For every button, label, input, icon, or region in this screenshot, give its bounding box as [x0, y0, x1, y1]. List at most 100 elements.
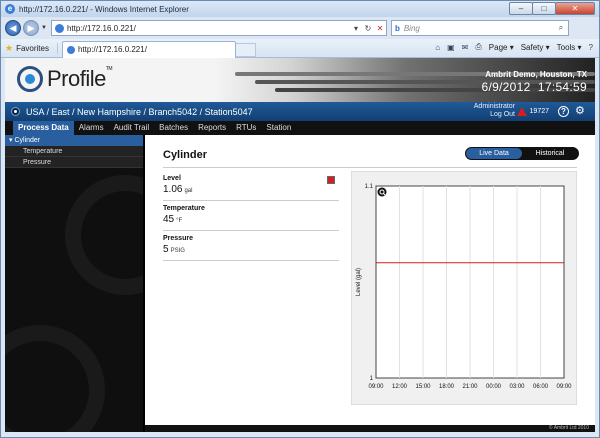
x-tick-label: 15:00	[415, 384, 431, 390]
address-dropdown-icon[interactable]: ▾	[350, 24, 362, 33]
breadcrumb-bar: USA / East / New Hampshire / Branch5042 …	[5, 102, 595, 121]
tab-page-icon	[66, 45, 75, 54]
favorites-star-icon: ★	[5, 42, 14, 53]
home-icon[interactable]: ⌂	[435, 43, 440, 52]
x-tick-label: 18:00	[439, 384, 455, 390]
x-tick-label: 09:00	[368, 384, 384, 390]
reading-level[interactable]: Level 1.06 gal	[163, 171, 339, 201]
sidebar-item-pressure[interactable]: Pressure	[5, 157, 143, 168]
reading-value: 1.06 gal	[163, 184, 193, 195]
mail-icon[interactable]: ✉	[462, 43, 469, 52]
address-row: ◀ ▶ ▼ http://172.16.0.221/ ▾ ↻ ✕ b Bing …	[1, 17, 599, 39]
sidebar-section-cylinder[interactable]: ▾ Cylinder	[5, 135, 143, 146]
window-controls: – □ ✕	[509, 2, 595, 15]
page-icon	[54, 23, 64, 33]
breadcrumb[interactable]: USA / East / New Hampshire / Branch5042 …	[26, 107, 253, 117]
location-icon[interactable]	[11, 107, 20, 116]
menu-alarms[interactable]: Alarms	[74, 121, 109, 135]
search-box[interactable]: b Bing ⌕	[390, 20, 569, 36]
alarm-warning-icon	[516, 107, 527, 116]
alarm-count: 19727	[529, 108, 549, 115]
search-input[interactable]: Bing	[400, 24, 554, 33]
address-input[interactable]: http://172.16.0.221/	[64, 24, 350, 33]
history-dropdown-icon[interactable]: ▼	[41, 25, 47, 31]
profile-logo-icon	[17, 66, 43, 92]
historical-button[interactable]: Historical	[522, 148, 578, 159]
reading-value: 5 PSIG	[163, 244, 185, 255]
print-icon[interactable]: ⎙	[475, 42, 481, 52]
alarm-indicator[interactable]: 19727	[516, 107, 549, 116]
reading-temperature[interactable]: Temperature 45 °F	[163, 201, 339, 231]
data-mode-toggle: Live Data Historical	[465, 147, 579, 160]
y-tick-label: 1	[370, 376, 374, 382]
x-axis-ticks: 09:00 12:00 15:00 18:00 21:00 00:00 03:00 06:00…	[368, 384, 572, 390]
selected-marker-icon	[327, 176, 335, 184]
browser-window: e http://172.16.0.221/ - Windows Interne…	[0, 0, 600, 438]
x-tick-label: 12:00	[392, 384, 408, 390]
back-button[interactable]: ◀	[5, 20, 21, 36]
feeds-icon[interactable]: ▣	[447, 43, 455, 52]
background-gear-icon	[5, 325, 105, 432]
safety-menu[interactable]: Safety ▾	[521, 43, 550, 52]
user-info: Administrator Log Out	[474, 103, 515, 119]
title-bar: e http://172.16.0.221/ - Windows Interne…	[1, 1, 599, 17]
level-chart-svg: 09:00 12:00 15:00 18:00 21:00 00:00 03:00 06:00…	[356, 184, 572, 390]
menu-process-data[interactable]: Process Data	[13, 121, 74, 135]
main-menu: Process Data Alarms Audit Trail Batches …	[5, 121, 595, 135]
site-name: Ambrit Demo, Houston, TX	[485, 70, 587, 79]
address-bar[interactable]: http://172.16.0.221/ ▾ ↻ ✕	[50, 20, 387, 36]
brand-name: ProfileTM	[47, 66, 113, 91]
x-tick-label: 06:00	[533, 384, 549, 390]
level-chart: 09:00 12:00 15:00 18:00 21:00 00:00 03:00 06:00…	[351, 171, 577, 405]
x-tick-label: 03:00	[509, 384, 525, 390]
sidebar-item-temperature[interactable]: Temperature	[5, 146, 143, 157]
refresh-icon[interactable]: ↻	[362, 24, 374, 33]
page-title: Cylinder	[163, 149, 208, 161]
help-icon[interactable]: ?	[589, 43, 593, 52]
favorites-label: Favorites	[16, 43, 49, 53]
zoom-icon[interactable]	[377, 187, 387, 197]
ie-logo-icon: e	[5, 4, 15, 14]
live-data-button[interactable]: Live Data	[466, 148, 522, 159]
command-bar: ⌂ ▣ ✉ ⎙ Page ▾ Safety ▾ Tools ▾ ?	[428, 42, 593, 52]
close-window-button[interactable]: ✕	[555, 2, 595, 15]
divider	[163, 167, 577, 168]
y-tick-label: 1.1	[365, 184, 374, 190]
settings-gear-icon[interactable]: ⚙	[575, 105, 589, 118]
new-tab-button[interactable]	[235, 42, 256, 57]
page-menu[interactable]: Page ▾	[489, 43, 514, 52]
stop-icon[interactable]: ✕	[374, 24, 386, 33]
menu-station[interactable]: Station	[261, 121, 296, 135]
menu-batches[interactable]: Batches	[154, 121, 193, 135]
reading-label: Level	[163, 175, 181, 182]
background-gear-icon	[65, 175, 143, 295]
main-panel: Cylinder Live Data Historical Level 1.06…	[145, 135, 595, 425]
x-tick-label: 21:00	[462, 384, 478, 390]
web-page: ProfileTM Ambrit Demo, Houston, TX 6/9/2…	[5, 58, 595, 432]
forward-button[interactable]: ▶	[23, 20, 39, 36]
tools-menu[interactable]: Tools ▾	[557, 43, 582, 52]
browser-tab[interactable]: http://172.16.0.221/	[61, 40, 236, 58]
reading-label: Temperature	[163, 205, 205, 212]
readings-list: Level 1.06 gal Temperature 45 °F Pressure …	[163, 171, 339, 261]
window-title: http://172.16.0.221/ - Windows Internet …	[19, 4, 189, 14]
tab-label: http://172.16.0.221/	[77, 45, 147, 54]
reading-pressure[interactable]: Pressure 5 PSIG	[163, 231, 339, 261]
profile-logo: ProfileTM	[17, 66, 113, 92]
x-tick-label: 09:00	[556, 384, 572, 390]
help-icon[interactable]: ?	[558, 106, 569, 117]
maximize-button[interactable]: □	[532, 2, 556, 15]
date-time: 6/9/2012 17:54:59	[481, 80, 587, 94]
sidebar: ▾ Cylinder Temperature Pressure	[5, 135, 143, 432]
search-icon[interactable]: ⌕	[554, 23, 568, 33]
logout-link[interactable]: Log Out	[474, 111, 515, 119]
footer: © Ambrit Ltd 2010	[145, 425, 595, 432]
favorites-bar: ★ Favorites http://172.16.0.221/ ⌂ ▣ ✉ ⎙…	[1, 39, 599, 58]
app-header: ProfileTM Ambrit Demo, Houston, TX 6/9/2…	[5, 58, 595, 102]
favorites-button[interactable]: ★ Favorites	[5, 42, 58, 54]
minimize-button[interactable]: –	[509, 2, 533, 15]
menu-rtus[interactable]: RTUs	[231, 121, 261, 135]
user-name: Administrator	[473, 103, 515, 110]
menu-audit-trail[interactable]: Audit Trail	[109, 121, 155, 135]
menu-reports[interactable]: Reports	[193, 121, 231, 135]
